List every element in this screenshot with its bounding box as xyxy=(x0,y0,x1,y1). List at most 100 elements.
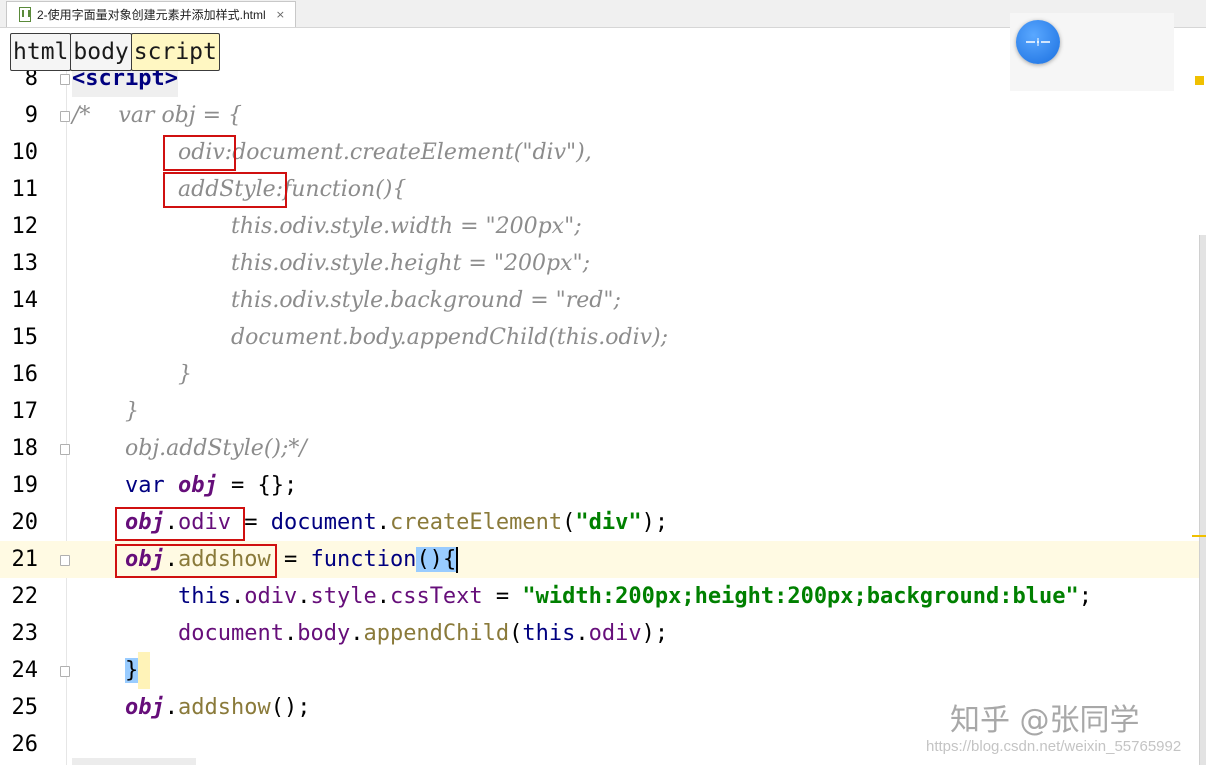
string-literal: "div" xyxy=(575,510,642,535)
close-tab-icon[interactable]: × xyxy=(276,8,285,21)
code-punct: ); xyxy=(641,621,669,646)
code-punct: ; xyxy=(1078,584,1092,609)
line-number: 11 xyxy=(11,177,39,202)
property-style: style xyxy=(310,584,377,609)
code-line-18[interactable]: 18 obj.addStyle();*/ xyxy=(0,430,1206,467)
code-punct: . xyxy=(164,695,178,720)
property-body: body xyxy=(297,621,351,646)
breadcrumb-script[interactable]: script xyxy=(130,33,220,71)
property-csstext: cssText xyxy=(389,584,483,609)
bracket-match-highlight xyxy=(138,652,151,689)
line-number: 26 xyxy=(11,732,39,757)
comment-text: this.odiv.style.background = "red"; xyxy=(231,288,621,313)
comment-text: obj.addStyle();*/ xyxy=(125,436,307,461)
annotation-box-obj-addshow xyxy=(115,544,277,578)
fold-marker-icon[interactable] xyxy=(60,444,70,455)
line-number: 21 xyxy=(11,547,39,572)
line-number: 12 xyxy=(11,214,39,239)
breadcrumb-html[interactable]: html xyxy=(10,33,72,71)
comment-text: document.body.appendChild(this.odiv); xyxy=(231,325,669,350)
code-punct: ); xyxy=(641,510,669,535)
line-number: 16 xyxy=(11,362,39,387)
file-tab-title: 2-使用字面量对象创建元素并添加样式.html xyxy=(37,8,266,22)
line-number: 20 xyxy=(11,510,39,535)
code-text: var obj = {}; xyxy=(125,467,297,504)
code-text: this.odiv.style.cssText = "width:200px;h… xyxy=(178,578,1092,615)
file-tab[interactable]: 2-使用字面量对象创建元素并添加样式.html × xyxy=(6,1,296,27)
variable-obj: obj xyxy=(177,473,218,498)
keyword-function: function xyxy=(310,547,417,572)
comment-rest: :function(){ xyxy=(275,177,407,202)
code-punct: . xyxy=(376,584,390,609)
horizontal-scrollbar[interactable] xyxy=(72,758,196,765)
code-line-9[interactable]: 9 /* var obj = { xyxy=(0,97,1206,134)
keyword-this: this xyxy=(522,621,576,646)
comment-text: this.odiv.style.width = "200px"; xyxy=(231,214,582,239)
fold-marker-icon[interactable] xyxy=(60,555,70,566)
line-number: 14 xyxy=(11,288,39,313)
variable-obj: obj xyxy=(125,695,165,720)
brace-open: { xyxy=(442,547,457,572)
line-number: 13 xyxy=(11,251,39,276)
comment-text: this.odiv.style.height = "200px"; xyxy=(231,251,590,276)
keyword-this: this xyxy=(178,584,231,609)
floating-panel xyxy=(1010,13,1174,91)
method-appendchild: appendChild xyxy=(363,621,510,646)
line-number: 18 xyxy=(11,436,39,461)
watermark-text: 知乎 @张同学 xyxy=(950,703,1140,738)
annotation-box-addstyle xyxy=(163,172,287,208)
code-line-15[interactable]: 15 document.body.appendChild(this.odiv); xyxy=(0,319,1206,356)
line-number: 15 xyxy=(11,325,39,350)
comment-text: } xyxy=(178,362,192,387)
code-punct: ( xyxy=(509,621,523,646)
comment-text: } xyxy=(125,399,139,424)
property-odiv: odiv xyxy=(588,621,642,646)
code-text: obj.addshow(); xyxy=(125,689,310,726)
code-punct: . xyxy=(376,510,390,535)
line-number: 9 xyxy=(24,103,38,128)
code-punct: . xyxy=(230,584,245,609)
warning-marker-icon[interactable] xyxy=(1195,76,1204,85)
code-line-22[interactable]: 22 this.odiv.style.cssText = "width:200p… xyxy=(0,578,1206,615)
code-line-24[interactable]: 24 } xyxy=(0,652,1206,689)
line-number: 19 xyxy=(11,473,39,498)
watermark-url: https://blog.csdn.net/weixin_55765992 xyxy=(926,738,1182,755)
code-punct: = xyxy=(482,584,523,609)
fold-marker-icon[interactable] xyxy=(60,111,70,122)
line-number: 17 xyxy=(11,399,39,424)
line-number: 24 xyxy=(11,658,39,683)
code-punct: . xyxy=(283,621,298,646)
method-createelement: createElement xyxy=(389,510,563,535)
comment-text: /* var obj = { xyxy=(72,103,243,128)
code-punct: . xyxy=(297,584,311,609)
breadcrumb-body[interactable]: body xyxy=(70,33,132,71)
bracket-pair-highlight: () xyxy=(416,547,443,572)
code-line-12[interactable]: 12 this.odiv.style.width = "200px"; xyxy=(0,208,1206,245)
object-document: document xyxy=(178,621,284,646)
code-line-16[interactable]: 16 } xyxy=(0,356,1206,393)
annotation-box-odiv xyxy=(163,135,236,171)
comment-text: odiv:document.createElement("div"), xyxy=(178,134,592,171)
code-line-23[interactable]: 23 document.body.appendChild(this.odiv); xyxy=(0,615,1206,652)
code-punct: ( xyxy=(562,510,576,535)
annotation-box-obj-odiv xyxy=(115,507,245,541)
code-line-17[interactable]: 17 } xyxy=(0,393,1206,430)
code-text: } xyxy=(125,652,151,689)
code-text: document.body.appendChild(this.odiv); xyxy=(178,615,668,652)
code-line-13[interactable]: 13 this.odiv.style.height = "200px"; xyxy=(0,245,1206,282)
code-line-19[interactable]: 19 var obj = {}; xyxy=(0,467,1206,504)
code-punct: (); xyxy=(270,695,311,720)
code-line-14[interactable]: 14 this.odiv.style.background = "red"; xyxy=(0,282,1206,319)
line-number: 23 xyxy=(11,621,39,646)
comment-rest: :document.createElement("div"), xyxy=(224,140,592,165)
floating-assistant-icon[interactable] xyxy=(1016,20,1060,64)
line-number: 22 xyxy=(11,584,39,609)
code-punct: = {}; xyxy=(217,473,298,498)
fold-marker-icon[interactable] xyxy=(60,666,70,677)
line-number: 10 xyxy=(11,140,39,165)
brace-close: } xyxy=(125,658,139,683)
object-document: document xyxy=(270,510,377,535)
vertical-scrollbar[interactable] xyxy=(1199,235,1206,765)
code-punct: . xyxy=(575,621,589,646)
fold-marker-icon[interactable] xyxy=(60,74,70,85)
